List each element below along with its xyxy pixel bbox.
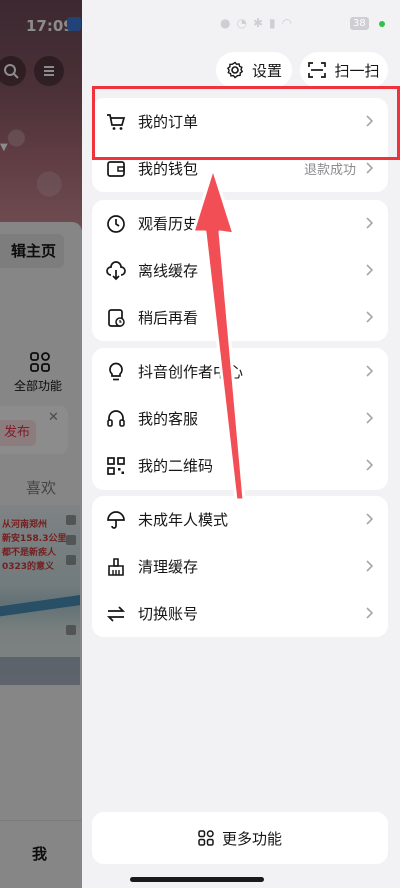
broom-icon bbox=[106, 557, 126, 577]
status-icons: ● ◔ ✱ ▮ ◠ bbox=[220, 16, 298, 30]
switch-account-icon bbox=[106, 604, 126, 624]
menu-item-label: 离线缓存 bbox=[138, 262, 199, 280]
settings-label: 设置 bbox=[251, 61, 282, 80]
more-functions-label: 更多功能 bbox=[221, 829, 282, 848]
chevron-right-icon bbox=[366, 607, 374, 619]
menu-item-minor-mode[interactable]: 未成年人模式 bbox=[92, 496, 388, 543]
umbrella-icon bbox=[106, 510, 126, 530]
gear-icon bbox=[226, 61, 244, 79]
menu-item-watch-later[interactable]: 稍后再看 bbox=[92, 294, 388, 341]
chevron-right-icon bbox=[366, 560, 374, 572]
background-profile-page: 17:09 ▼ 辑主页 全部功能 发布 ✕ 喜欢 从河南郑州 新安158.3公里… bbox=[0, 0, 82, 888]
chevron-right-icon bbox=[366, 513, 374, 525]
cart-icon bbox=[106, 112, 126, 132]
settings-button[interactable]: 设置 bbox=[216, 52, 292, 88]
menu-card-history: 观看历史 离线缓存 稍后再看 bbox=[92, 200, 388, 341]
menu-item-my-wallet[interactable]: 我的钱包 退款成功 bbox=[92, 145, 388, 192]
menu-item-watch-history[interactable]: 观看历史 bbox=[92, 200, 388, 247]
menu-item-label: 切换账号 bbox=[138, 605, 199, 623]
menu-item-label: 我的订单 bbox=[138, 113, 199, 131]
privacy-indicator-dot bbox=[379, 21, 385, 27]
wifi-icon: ◠ bbox=[281, 16, 293, 30]
chevron-right-icon bbox=[366, 115, 374, 127]
chevron-right-icon bbox=[366, 311, 374, 323]
bluetooth-icon: ✱ bbox=[252, 16, 264, 30]
chevron-right-icon bbox=[366, 264, 374, 276]
menu-item-qr-code[interactable]: 我的二维码 bbox=[92, 442, 388, 489]
menu-card-system: 未成年人模式 清理缓存 切换账号 bbox=[92, 496, 388, 637]
menu-item-label: 我的客服 bbox=[138, 410, 199, 428]
alarm-icon: ◔ bbox=[236, 16, 247, 30]
grid-icon bbox=[198, 830, 214, 846]
chevron-right-icon bbox=[366, 217, 374, 229]
qr-code-icon bbox=[106, 456, 126, 476]
chevron-right-icon bbox=[366, 459, 374, 471]
signal-icon: ▮ bbox=[269, 16, 276, 30]
headset-icon bbox=[106, 409, 126, 429]
menu-item-label: 稍后再看 bbox=[138, 309, 199, 327]
lightbulb-icon bbox=[106, 362, 126, 382]
chevron-right-icon bbox=[366, 162, 374, 174]
more-functions-button[interactable]: 更多功能 bbox=[92, 812, 388, 864]
wallet-icon bbox=[106, 159, 126, 179]
menu-item-label: 抖音创作者中心 bbox=[138, 363, 244, 381]
menu-item-label: 清理缓存 bbox=[138, 558, 199, 576]
menu-card-orders: 我的订单 我的钱包 退款成功 bbox=[92, 98, 388, 192]
home-indicator[interactable] bbox=[130, 877, 264, 882]
scan-button[interactable]: 扫一扫 bbox=[300, 52, 388, 88]
chevron-right-icon bbox=[366, 365, 374, 377]
menu-item-creator-center[interactable]: 抖音创作者中心 bbox=[92, 348, 388, 395]
watch-later-icon bbox=[106, 308, 126, 328]
menu-item-my-orders[interactable]: 我的订单 bbox=[92, 98, 388, 145]
wallet-status-text: 退款成功 bbox=[303, 163, 356, 178]
battery-icon: 38 bbox=[350, 17, 369, 30]
chevron-right-icon bbox=[366, 412, 374, 424]
menu-item-label: 我的二维码 bbox=[138, 457, 214, 475]
menu-card-services: 抖音创作者中心 我的客服 我的二维码 bbox=[92, 348, 388, 490]
menu-item-customer-service[interactable]: 我的客服 bbox=[92, 395, 388, 442]
scan-icon bbox=[308, 62, 327, 78]
location-icon: ● bbox=[220, 16, 231, 30]
scan-label: 扫一扫 bbox=[334, 61, 380, 80]
menu-item-clear-cache[interactable]: 清理缓存 bbox=[92, 543, 388, 590]
menu-item-switch-account[interactable]: 切换账号 bbox=[92, 590, 388, 637]
menu-item-label: 我的钱包 bbox=[138, 160, 199, 178]
menu-item-offline-cache[interactable]: 离线缓存 bbox=[92, 247, 388, 294]
dim-overlay[interactable] bbox=[0, 0, 82, 888]
side-drawer: ● ◔ ✱ ▮ ◠ 38 设置 扫一扫 我的订单 我的钱包 退款成功 观看历史 bbox=[82, 0, 400, 888]
cloud-download-icon bbox=[106, 260, 126, 281]
clock-icon bbox=[106, 214, 126, 234]
menu-item-label: 观看历史 bbox=[138, 215, 199, 233]
menu-item-label: 未成年人模式 bbox=[138, 511, 229, 529]
